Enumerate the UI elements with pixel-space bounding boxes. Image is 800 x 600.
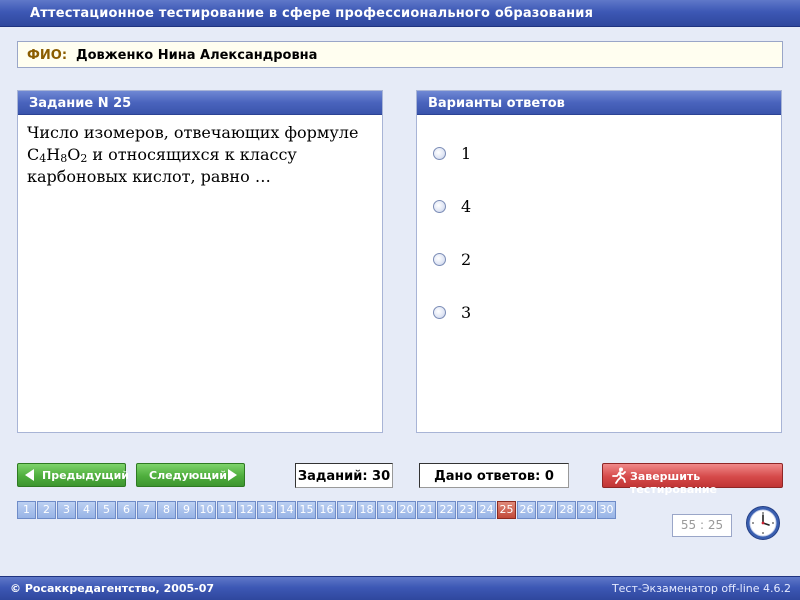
page-button[interactable]: 11 <box>217 501 236 519</box>
answer-option-label: 1 <box>461 144 472 163</box>
answers-title: Варианты ответов <box>428 96 565 111</box>
previous-button-label: Предыдущий <box>42 469 130 482</box>
page-button[interactable]: 23 <box>457 501 476 519</box>
page-button[interactable]: 8 <box>157 501 176 519</box>
question-part-2: H <box>46 145 61 164</box>
page-button[interactable]: 25 <box>497 501 516 519</box>
finish-test-label: Завершить тестирование <box>630 470 718 496</box>
fio-bar: ФИО: Довженко Нина Александровна <box>17 41 783 68</box>
page-button[interactable]: 19 <box>377 501 396 519</box>
fio-name: Довженко Нина Александровна <box>76 48 318 63</box>
page-button[interactable]: 2 <box>37 501 56 519</box>
page-button[interactable]: 17 <box>337 501 356 519</box>
page-button[interactable]: 10 <box>197 501 216 519</box>
page-button[interactable]: 3 <box>57 501 76 519</box>
page-button[interactable]: 12 <box>237 501 256 519</box>
answer-option-label: 2 <box>461 250 472 269</box>
tasks-count-box: Заданий: 30 <box>295 463 393 488</box>
page-button[interactable]: 24 <box>477 501 496 519</box>
page-button[interactable]: 14 <box>277 501 296 519</box>
footer-bar: © Росаккредагентство, 2005-07 Тест-Экзам… <box>0 576 800 600</box>
page-button[interactable]: 18 <box>357 501 376 519</box>
answer-option-label: 4 <box>461 197 472 216</box>
answers-given-box: Дано ответов: 0 <box>419 463 569 488</box>
radio-button[interactable] <box>433 306 446 319</box>
window-title: Аттестационное тестирование в сфере проф… <box>30 6 594 21</box>
answer-option-label: 3 <box>461 303 472 322</box>
running-man-icon <box>612 467 626 484</box>
page-button[interactable]: 22 <box>437 501 456 519</box>
page-button[interactable]: 20 <box>397 501 416 519</box>
page-button[interactable]: 26 <box>517 501 536 519</box>
task-panel: Задание N 25 Число изомеров, отвечающих … <box>17 90 383 433</box>
page-button[interactable]: 7 <box>137 501 156 519</box>
answers-panel: Варианты ответов 1 4 2 3 <box>416 90 782 433</box>
task-panel-header: Задание N 25 <box>18 91 382 115</box>
radio-button[interactable] <box>433 253 446 266</box>
arrow-right-icon <box>228 469 237 481</box>
page-button[interactable]: 15 <box>297 501 316 519</box>
question-text: Число изомеров, отвечающих формуле C4H8O… <box>27 122 377 188</box>
page-button[interactable]: 21 <box>417 501 436 519</box>
answers-given: Дано ответов: 0 <box>434 469 554 484</box>
timer: 55 : 25 <box>672 514 732 537</box>
page-button[interactable]: 9 <box>177 501 196 519</box>
answer-option-3[interactable]: 2 <box>433 250 733 270</box>
page-button[interactable]: 29 <box>577 501 596 519</box>
task-title: Задание N 25 <box>29 96 132 111</box>
clock-icon <box>746 506 780 540</box>
page-button[interactable]: 30 <box>597 501 616 519</box>
radio-button[interactable] <box>433 200 446 213</box>
title-bar: Аттестационное тестирование в сфере проф… <box>0 0 800 27</box>
answers-panel-header: Варианты ответов <box>417 91 781 115</box>
arrow-left-icon <box>25 469 34 481</box>
previous-button[interactable]: Предыдущий <box>17 463 130 487</box>
page-button[interactable]: 27 <box>537 501 556 519</box>
tasks-count: Заданий: 30 <box>297 469 391 484</box>
page-button[interactable]: 5 <box>97 501 116 519</box>
question-part-3: O <box>67 145 81 164</box>
page-button[interactable]: 13 <box>257 501 276 519</box>
fio-label: ФИО: <box>27 48 68 63</box>
finish-test-button[interactable]: Завершить тестирование <box>602 463 783 496</box>
page-button[interactable]: 28 <box>557 501 576 519</box>
radio-button[interactable] <box>433 147 446 160</box>
answer-option-4[interactable]: 3 <box>433 303 733 323</box>
page-button[interactable]: 4 <box>77 501 96 519</box>
answer-option-2[interactable]: 4 <box>433 197 733 217</box>
answer-option-1[interactable]: 1 <box>433 144 733 164</box>
page-button[interactable]: 16 <box>317 501 336 519</box>
page-navigator: 1 2 3 4 5 6 7 8 9 10 11 12 13 14 15 16 17 18 19 20 21 22 23 24 2… <box>17 501 617 519</box>
page-button[interactable]: 1 <box>17 501 36 519</box>
next-button-label: Следующий <box>149 469 227 482</box>
app-version: Тест-Экзаменатор off-line 4.6.2 <box>611 582 791 595</box>
page-button[interactable]: 6 <box>117 501 136 519</box>
copyright: © Росаккредагентство, 2005-07 <box>10 582 215 595</box>
next-button[interactable]: Следующий <box>136 463 245 487</box>
